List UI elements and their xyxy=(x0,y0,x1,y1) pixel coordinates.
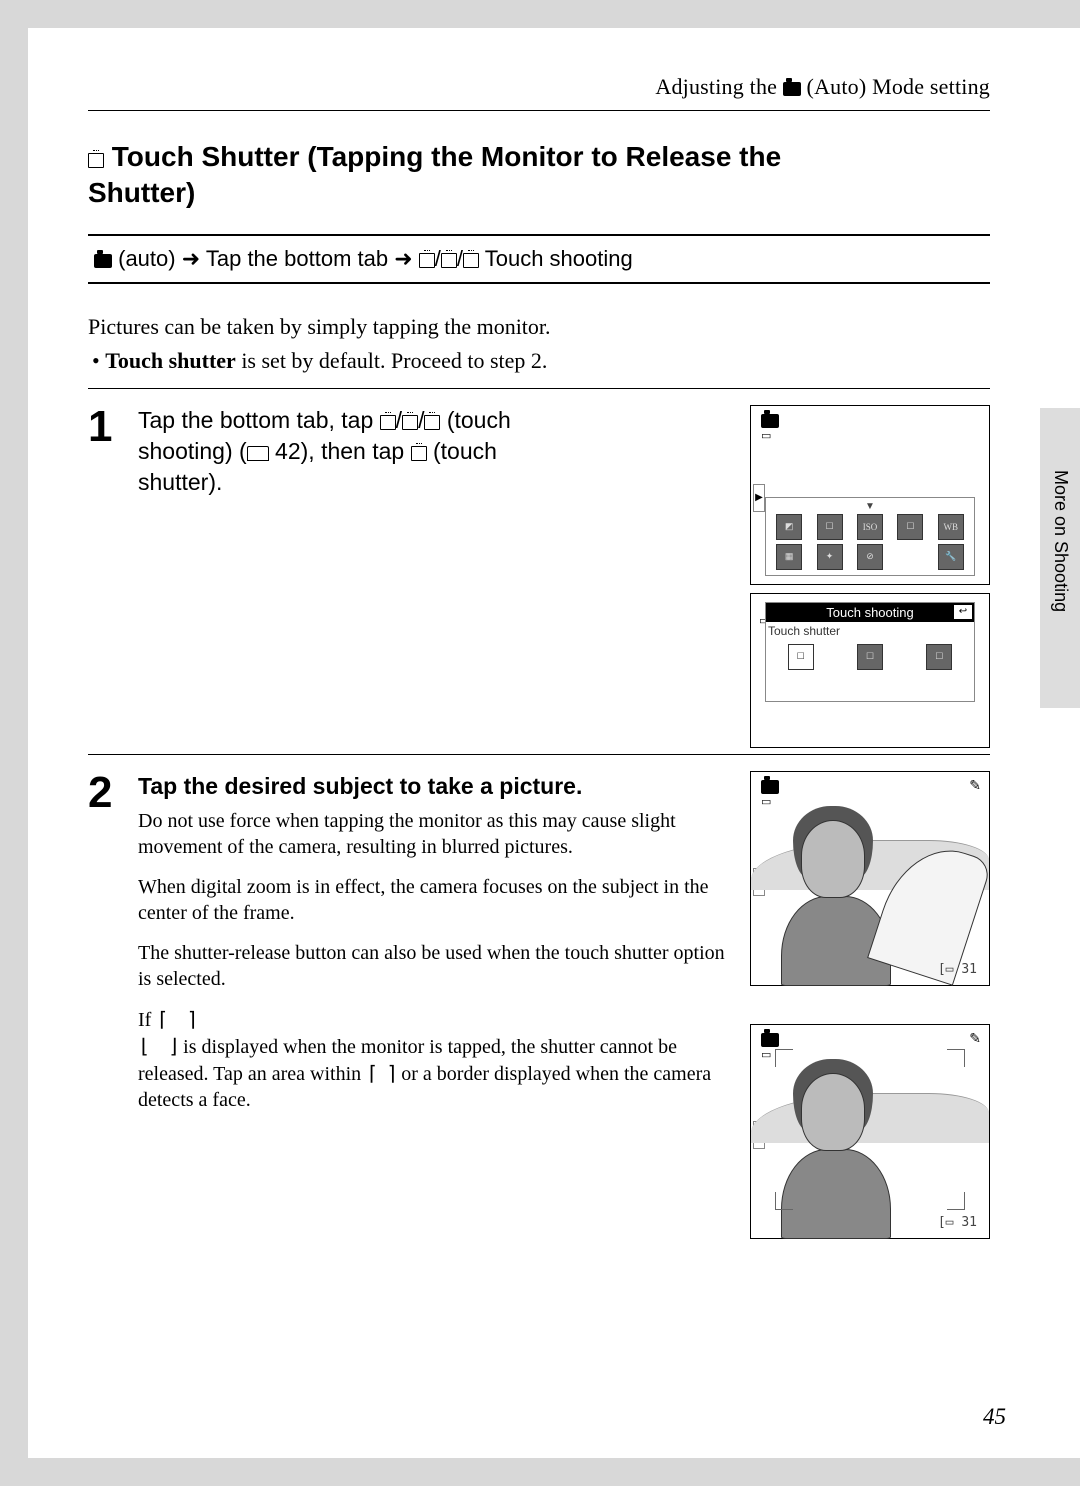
step-2-para-1: Do not use force when tapping the monito… xyxy=(138,808,726,860)
touch-shooting-menu-icon: ☐ xyxy=(817,514,843,540)
setup-icon: 🔧 xyxy=(938,544,964,570)
heading-line1: Touch Shutter (Tapping the Monitor to Re… xyxy=(104,141,781,172)
shot-count: 31 xyxy=(961,1215,977,1230)
compensation-icon: ▦ xyxy=(776,544,802,570)
breadcrumb-box: (auto) ➜ Tap the bottom tab ➜ // Touch s… xyxy=(88,234,990,284)
step-number: 2 xyxy=(88,771,122,1269)
nav-mode: (auto) xyxy=(112,246,182,271)
image-mode-icon: ◩ xyxy=(776,514,802,540)
focus-bracket-bl xyxy=(775,1192,793,1210)
touch-active-icon: ✎ xyxy=(969,1031,981,1048)
chapter-label: More on Shooting xyxy=(1050,470,1071,612)
touch-shutter-option-icon: ☐ xyxy=(788,644,814,670)
step-1-row: 1 Tap the bottom tab, tap // (touch shoo… xyxy=(88,395,990,748)
step-2-title: Tap the desired subject to take a pictur… xyxy=(138,771,726,802)
step-2-row: 2 Tap the desired subject to take a pict… xyxy=(88,761,990,1269)
touch-af-icon xyxy=(441,253,457,268)
touch-shutter-icon xyxy=(88,153,104,168)
pulldown-arrow-icon: ▼ xyxy=(769,501,971,512)
section-heading: Touch Shutter (Tapping the Monitor to Re… xyxy=(88,139,990,212)
camera-mode-icon: ▭ xyxy=(761,780,779,808)
focus-bracket-tl xyxy=(775,1049,793,1067)
back-icon: ↩ xyxy=(954,605,972,619)
step-2-para-2: When digital zoom is in effect, the came… xyxy=(138,874,726,926)
heading-line2: Shutter) xyxy=(88,177,195,208)
camera-icon xyxy=(783,82,801,96)
menu-panel: ▼ ◩ ☐ ISO ☐ WB ▦ ✦ ⊘ 🔧 xyxy=(765,497,975,576)
touch-af-icon xyxy=(402,415,418,430)
step-number: 1 xyxy=(88,405,122,748)
step-1-illustrations: ▭ ▶ ▼ ◩ ☐ ISO ☐ WB ▦ ✦ ⊘ xyxy=(750,405,990,748)
step-2-body: Tap the desired subject to take a pictur… xyxy=(138,771,734,1269)
focus-bracket-br xyxy=(947,1192,965,1210)
arrow-icon: ➜ xyxy=(182,246,200,271)
separator xyxy=(88,388,990,389)
header-prefix: Adjusting the xyxy=(655,74,782,99)
camera-mode-icon: ▭ xyxy=(761,414,779,442)
touch-ael-option-icon: ☐ xyxy=(926,644,952,670)
shot-count: 31 xyxy=(961,962,977,977)
continuous-icon: ☐ xyxy=(897,514,923,540)
step-1-title: Tap the bottom tab, tap // (touch shooti… xyxy=(138,405,726,498)
arrow-icon: ➜ xyxy=(394,246,412,271)
header-suffix: (Auto) Mode setting xyxy=(807,74,990,99)
step-2-illustrations: ▭ ✎ ▶ [▭ 31 ▭ ✎ ▶ xyxy=(750,771,990,1269)
camera-screen-tap-subject: ▭ ✎ ▶ [▭ 31 xyxy=(750,771,990,986)
intro-text: Pictures can be taken by simply tapping … xyxy=(88,314,990,340)
camera-icon xyxy=(94,254,112,268)
submenu-title: Touch shooting ↩ xyxy=(766,603,974,622)
page-number: 45 xyxy=(983,1404,1006,1430)
bullet-strong: Touch shutter xyxy=(105,348,236,373)
iso-icon: ISO xyxy=(857,514,883,540)
touch-ael-icon xyxy=(463,253,479,268)
separator xyxy=(88,754,990,755)
touch-shutter-icon xyxy=(411,446,427,461)
step-2-para-4: If ⌈ ⌉⌊ ⌋ is displayed when the monitor … xyxy=(138,1006,726,1113)
touch-active-icon: ✎ xyxy=(969,778,981,795)
white-balance-icon: WB xyxy=(938,514,964,540)
step-2-para-3: The shutter-release button can also be u… xyxy=(138,940,726,992)
bullet-item: Touch shutter is set by default. Proceed… xyxy=(88,348,990,374)
off-icon: ⊘ xyxy=(857,544,883,570)
touch-shutter-icon xyxy=(380,415,396,430)
step-1-body: Tap the bottom tab, tap // (touch shooti… xyxy=(138,405,734,748)
bullet-rest: is set by default. Proceed to step 2. xyxy=(236,348,548,373)
touch-shutter-icon xyxy=(419,253,435,268)
focus-bracket-tr xyxy=(947,1049,965,1067)
nav-suffix: Touch shooting xyxy=(485,246,633,271)
page-header: Adjusting the (Auto) Mode setting xyxy=(88,74,990,111)
camera-screen-touch-menu: ▭ Touch shooting ↩ Touch shutter ☐ ☐ ☐ xyxy=(750,593,990,748)
af-area-icon: ✦ xyxy=(817,544,843,570)
side-tab-arrow-icon: ▶ xyxy=(753,484,765,512)
manual-page: Adjusting the (Auto) Mode setting Touch … xyxy=(28,28,1080,1458)
camera-screen-focus-brackets: ▭ ✎ ▶ [▭ 31 xyxy=(750,1024,990,1239)
focus-bracket-icon: ⌈ ⌉ xyxy=(366,1061,396,1085)
book-icon xyxy=(247,446,269,461)
touch-ael-icon xyxy=(424,415,440,430)
camera-screen-menu: ▭ ▶ ▼ ◩ ☐ ISO ☐ WB ▦ ✦ ⊘ xyxy=(750,405,990,585)
touch-af-option-icon: ☐ xyxy=(857,644,883,670)
submenu-selected: Touch shutter xyxy=(766,622,974,640)
nav-step: Tap the bottom tab xyxy=(206,246,394,271)
